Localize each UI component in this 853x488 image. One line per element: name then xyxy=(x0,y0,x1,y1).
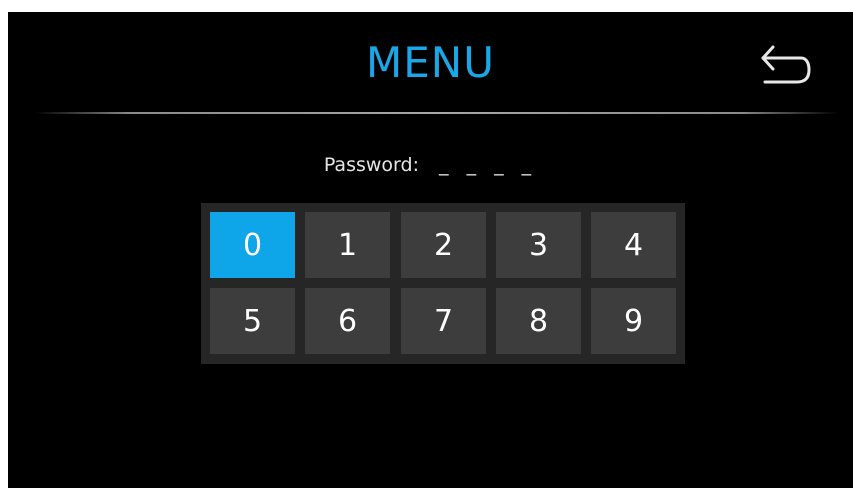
header-divider xyxy=(34,112,838,114)
numeric-keypad: 0 1 2 3 4 5 6 7 8 9 xyxy=(201,203,685,364)
password-value: _ _ _ _ xyxy=(439,154,538,176)
key-0[interactable]: 0 xyxy=(210,212,295,278)
key-1[interactable]: 1 xyxy=(305,212,390,278)
back-button[interactable] xyxy=(750,40,816,92)
password-display: Password: _ _ _ _ xyxy=(8,152,853,178)
key-9[interactable]: 9 xyxy=(591,288,676,354)
key-8[interactable]: 8 xyxy=(496,288,581,354)
key-3[interactable]: 3 xyxy=(496,212,581,278)
key-2[interactable]: 2 xyxy=(401,212,486,278)
password-label: Password: xyxy=(323,154,419,176)
page-title: MENU xyxy=(366,38,495,87)
key-5[interactable]: 5 xyxy=(210,288,295,354)
key-7[interactable]: 7 xyxy=(401,288,486,354)
key-6[interactable]: 6 xyxy=(305,288,390,354)
menu-screen: MENU Password: _ _ _ _ 0 1 2 3 4 5 6 7 8… xyxy=(8,12,853,488)
back-arrow-icon xyxy=(761,45,811,84)
key-4[interactable]: 4 xyxy=(591,212,676,278)
